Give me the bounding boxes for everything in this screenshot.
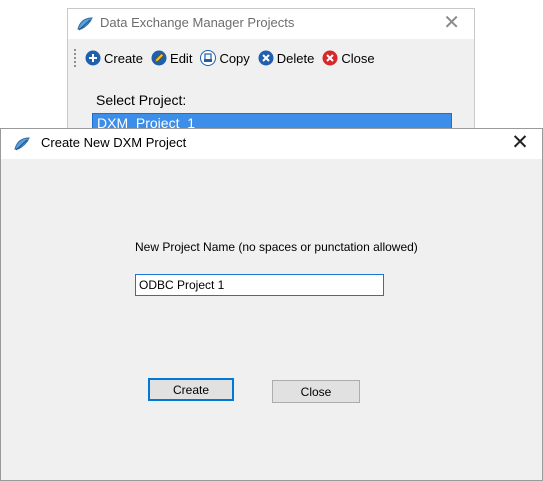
toolbar-delete-label: Delete xyxy=(276,50,315,66)
toolbar-create-button[interactable]: Create xyxy=(85,50,143,66)
project-name-input[interactable] xyxy=(135,274,384,296)
plus-circle-icon xyxy=(85,50,101,66)
toolbar-copy-label: Copy xyxy=(219,50,250,66)
app-logo-icon xyxy=(76,16,94,32)
screen: Data Exchange Manager Projects ✕ Create … xyxy=(0,0,543,481)
toolbar-close-button[interactable]: Close xyxy=(322,50,375,66)
toolbar-edit-button[interactable]: Edit xyxy=(151,50,192,66)
dialog-title: Create New DXM Project xyxy=(41,135,187,150)
project-name-label: New Project Name (no spaces or punctatio… xyxy=(135,240,418,254)
dialog-close-icon[interactable]: ✕ xyxy=(506,132,534,153)
dialog-titlebar[interactable]: Create New DXM Project ✕ xyxy=(1,129,542,159)
toolbar-copy-button[interactable]: Copy xyxy=(200,50,250,66)
select-project-label: Select Project: xyxy=(96,92,187,108)
projects-window-close-icon[interactable]: ✕ xyxy=(443,12,460,32)
projects-toolbar: Create Edit Copy Delete Close xyxy=(74,46,383,70)
toolbar-edit-label: Edit xyxy=(170,50,193,66)
toolbar-delete-button[interactable]: Delete xyxy=(258,50,315,66)
pencil-icon xyxy=(151,50,167,66)
toolbar-grip[interactable] xyxy=(74,49,79,67)
close-circle-icon xyxy=(322,50,338,66)
projects-window-title: Data Exchange Manager Projects xyxy=(100,15,295,30)
create-button[interactable]: Create xyxy=(148,378,234,401)
minus-circle-icon xyxy=(258,50,274,66)
projects-window-titlebar[interactable]: Data Exchange Manager Projects ✕ xyxy=(68,9,474,39)
projects-window: Data Exchange Manager Projects ✕ Create … xyxy=(67,8,475,138)
create-project-dialog: Create New DXM Project ✕ New Project Nam… xyxy=(0,128,543,481)
close-button[interactable]: Close xyxy=(272,380,360,403)
toolbar-create-label: Create xyxy=(104,50,144,66)
app-logo-icon xyxy=(13,136,31,152)
toolbar-close-label: Close xyxy=(341,50,375,66)
copy-icon xyxy=(200,50,217,66)
